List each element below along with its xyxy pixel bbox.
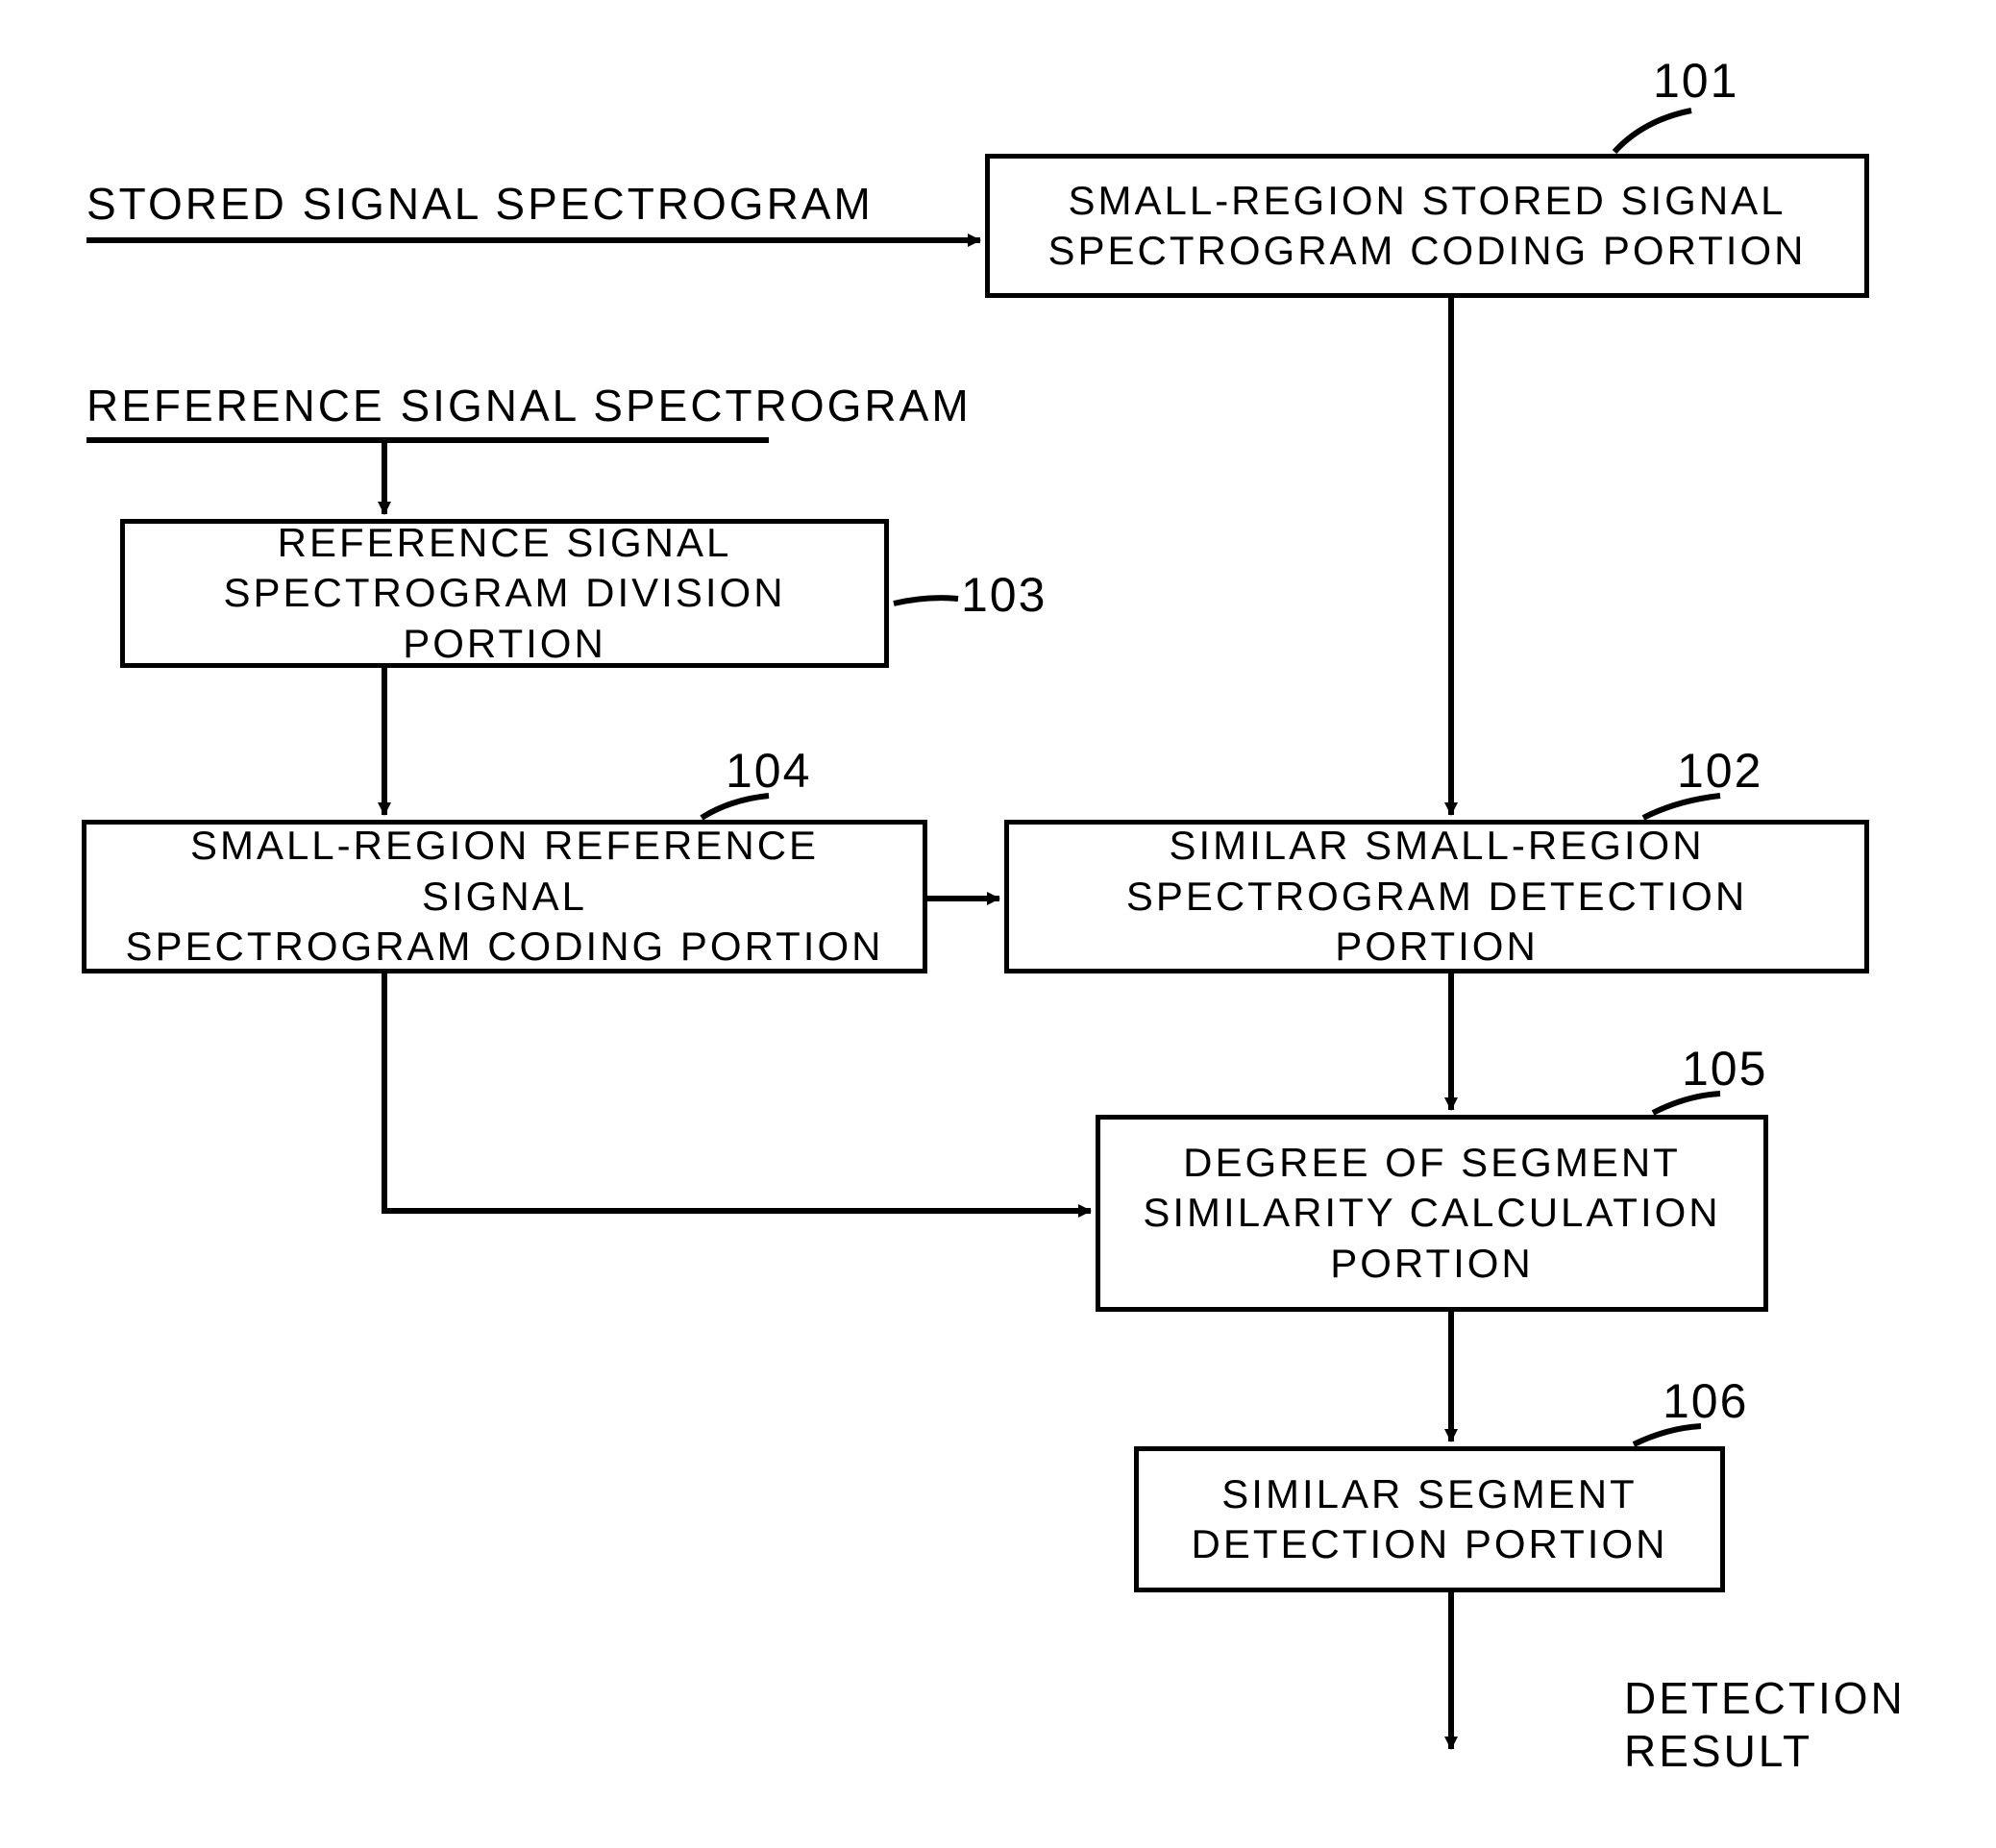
box-101-stored-signal-coding: SMALL-REGION STORED SIGNAL SPECTROGRAM C… (985, 154, 1869, 298)
label-105: 105 (1682, 1041, 1767, 1096)
box-102-text: SIMILAR SMALL-REGION SPECTROGRAM DETECTI… (1026, 821, 1847, 973)
label-103: 103 (961, 567, 1047, 623)
box-106-text: SIMILAR SEGMENT DETECTION PORTION (1192, 1469, 1668, 1570)
label-detection-result: DETECTION RESULT (1624, 1672, 1906, 1778)
box-105-text: DEGREE OF SEGMENT SIMILARITY CALCULATION… (1143, 1138, 1720, 1290)
box-104-reference-coding: SMALL-REGION REFERENCE SIGNAL SPECTROGRA… (82, 820, 927, 973)
diagram-canvas: STORED SIGNAL SPECTROGRAM REFERENCE SIGN… (0, 0, 1996, 1848)
box-102-similar-small-region-detection: SIMILAR SMALL-REGION SPECTROGRAM DETECTI… (1004, 820, 1869, 973)
label-104: 104 (726, 743, 811, 799)
box-101-text: SMALL-REGION STORED SIGNAL SPECTROGRAM C… (1048, 176, 1807, 277)
box-105-degree-similarity: DEGREE OF SEGMENT SIMILARITY CALCULATION… (1096, 1115, 1768, 1312)
label-102: 102 (1677, 743, 1762, 799)
label-106: 106 (1663, 1373, 1748, 1429)
label-stored-signal-spectrogram: STORED SIGNAL SPECTROGRAM (86, 178, 874, 231)
label-101: 101 (1653, 53, 1738, 109)
box-103-text: REFERENCE SIGNAL SPECTROGRAM DIVISION PO… (142, 518, 867, 670)
label-reference-signal-spectrogram: REFERENCE SIGNAL SPECTROGRAM (86, 380, 972, 432)
box-104-text: SMALL-REGION REFERENCE SIGNAL SPECTROGRA… (104, 821, 905, 973)
box-103-reference-division: REFERENCE SIGNAL SPECTROGRAM DIVISION PO… (120, 519, 889, 668)
box-106-similar-segment-detection: SIMILAR SEGMENT DETECTION PORTION (1134, 1446, 1725, 1592)
